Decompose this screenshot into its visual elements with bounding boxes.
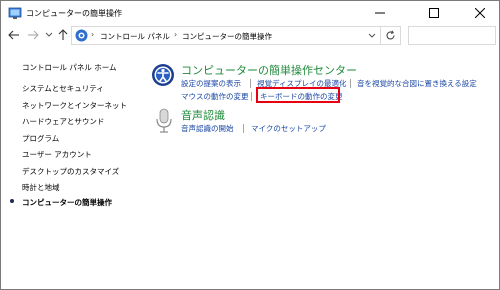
breadcrumb-ease-of-access[interactable]: コンピューターの簡単操作	[182, 31, 272, 42]
close-button[interactable]	[463, 1, 497, 25]
address-dropdown-button[interactable]	[363, 27, 381, 44]
maximize-button[interactable]	[417, 1, 451, 25]
left-item-ease-of-access[interactable]: コンピューターの簡単操作	[22, 197, 112, 208]
ease-of-access-icon	[151, 63, 175, 89]
up-button[interactable]	[56, 28, 70, 42]
minimize-icon	[375, 12, 385, 14]
control-panel-home-link[interactable]: コントロール パネル ホーム	[22, 62, 117, 73]
link-replace-sounds-visual-cues[interactable]: 音を視覚的な合図に置き換える設定	[357, 78, 477, 89]
link-get-recommendations[interactable]: 設定の提案の表示	[181, 78, 241, 89]
window-title: コンピューターの簡単操作	[26, 9, 122, 18]
left-item-programs[interactable]: プログラム	[22, 133, 59, 144]
chevron-down-icon	[368, 33, 376, 38]
left-item-user-accounts[interactable]: ユーザー アカウント	[22, 149, 92, 160]
forward-button[interactable]	[26, 28, 40, 42]
link-separator	[251, 92, 252, 101]
link-separator	[250, 79, 251, 88]
refresh-icon	[386, 30, 395, 40]
minimize-button[interactable]	[363, 1, 397, 25]
refresh-button[interactable]	[381, 26, 401, 45]
arrow-up-icon	[58, 29, 68, 40]
ease-of-access-center-title[interactable]: コンピューターの簡単操作センター	[181, 62, 357, 78]
link-start-speech-recognition[interactable]: 音声認識の開始	[181, 123, 234, 134]
breadcrumb-control-panel[interactable]: コントロール パネル	[100, 31, 170, 42]
left-item-clock-region[interactable]: 時計と地域	[22, 182, 60, 193]
recent-locations-button[interactable]	[42, 28, 56, 42]
arrow-right-icon	[28, 30, 39, 40]
navigation-bar: › コントロール パネル › コンピューターの簡単操作	[1, 25, 499, 47]
breadcrumb-separator-icon: ›	[174, 30, 178, 39]
link-set-up-microphone[interactable]: マイクのセットアップ	[251, 123, 326, 134]
search-input[interactable]	[408, 26, 496, 45]
left-item-hardware-sound[interactable]: ハードウェアとサウンド	[22, 116, 104, 127]
control-panel-window: コンピューターの簡単操作 › コントロール パネル › コンピューターの簡単操作…	[0, 0, 500, 290]
control-panel-icon	[8, 6, 22, 20]
link-separator	[243, 124, 244, 133]
highlight-box	[256, 87, 340, 103]
current-item-bullet	[10, 199, 14, 203]
left-item-network-internet[interactable]: ネットワークとインターネット	[22, 100, 127, 111]
speech-recognition-title[interactable]: 音声認識	[181, 107, 225, 123]
left-navigation-pane: コントロール パネル ホーム システムとセキュリティ ネットワークとインターネッ…	[1, 47, 141, 290]
link-change-mouse-settings[interactable]: マウスの動作の変更	[181, 91, 249, 102]
microphone-icon	[154, 108, 178, 134]
title-bar: コンピューターの簡単操作	[1, 1, 499, 25]
breadcrumb-separator-icon: ›	[91, 30, 95, 39]
arrow-left-icon	[8, 30, 19, 40]
maximize-icon	[429, 8, 439, 18]
left-item-system-security[interactable]: システムとセキュリティ	[22, 83, 104, 94]
left-item-appearance[interactable]: デスクトップのカスタマイズ	[22, 166, 119, 177]
close-icon	[475, 8, 485, 18]
chevron-down-icon	[45, 32, 53, 37]
back-button[interactable]	[7, 28, 21, 42]
address-bar[interactable]: › コントロール パネル › コンピューターの簡単操作	[71, 26, 381, 45]
control-panel-icon	[75, 29, 88, 42]
link-separator	[350, 79, 351, 88]
